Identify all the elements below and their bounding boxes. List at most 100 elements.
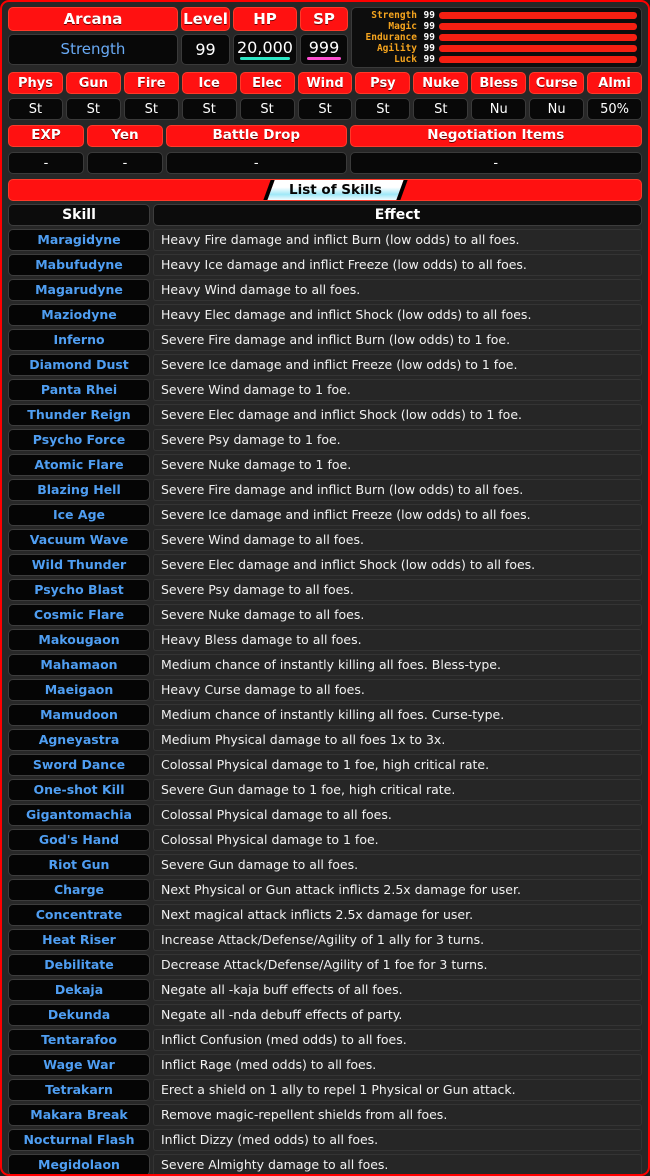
- skill-name[interactable]: Maeigaon: [8, 679, 150, 701]
- skill-effect: Decrease Attack/Defense/Agility of 1 foe…: [153, 954, 642, 976]
- skill-effect: Severe Wind damage to 1 foe.: [153, 379, 642, 401]
- skill-row[interactable]: Maziodyne Heavy Elec damage and inflict S…: [8, 304, 642, 326]
- skill-row[interactable]: Nocturnal Flash Inflict Dizzy (med odds) …: [8, 1129, 642, 1151]
- skill-row[interactable]: Dekaja Negate all -kaja buff effects of a…: [8, 979, 642, 1001]
- skill-row[interactable]: Charge Next Physical or Gun attack inflic…: [8, 879, 642, 901]
- affinity-value: Nu: [471, 98, 527, 120]
- skill-row[interactable]: Makougaon Heavy Bless damage to all foes.: [8, 629, 642, 651]
- skill-name[interactable]: Heat Riser: [8, 929, 150, 951]
- skill-name[interactable]: Concentrate: [8, 904, 150, 926]
- skill-name[interactable]: Mamudoon: [8, 704, 150, 726]
- skill-row[interactable]: Mabufudyne Heavy Ice damage and inflict F…: [8, 254, 642, 276]
- skill-row[interactable]: Psycho Force Severe Psy damage to 1 foe.: [8, 429, 642, 451]
- skills-banner-plate: List of Skills: [262, 180, 408, 200]
- skill-name[interactable]: Gigantomachia: [8, 804, 150, 826]
- skill-row[interactable]: Makara Break Remove magic-repellent shiel…: [8, 1104, 642, 1126]
- skill-name[interactable]: Sword Dance: [8, 754, 150, 776]
- skill-effect: Severe Ice damage and inflict Freeze (lo…: [153, 354, 642, 376]
- skill-row[interactable]: One-shot Kill Severe Gun damage to 1 foe,…: [8, 779, 642, 801]
- skill-row[interactable]: Thunder Reign Severe Elec damage and infl…: [8, 404, 642, 426]
- skill-row[interactable]: Concentrate Next magical attack inflicts …: [8, 904, 642, 926]
- skill-name[interactable]: Wild Thunder: [8, 554, 150, 576]
- skill-effect: Severe Fire damage and inflict Burn (low…: [153, 329, 642, 351]
- skill-row[interactable]: Ice Age Severe Ice damage and inflict Fre…: [8, 504, 642, 526]
- skill-row[interactable]: Agneyastra Medium Physical damage to all …: [8, 729, 642, 751]
- skill-row[interactable]: Debilitate Decrease Attack/Defense/Agilit…: [8, 954, 642, 976]
- skill-row[interactable]: Tentarafoo Inflict Confusion (med odds) t…: [8, 1029, 642, 1051]
- sp-underline-bar: [307, 57, 341, 60]
- skill-row[interactable]: Mamudoon Medium chance of instantly killi…: [8, 704, 642, 726]
- skill-row[interactable]: Magarudyne Heavy Wind damage to all foes.: [8, 279, 642, 301]
- skill-name[interactable]: Dekaja: [8, 979, 150, 1001]
- stat-bar-track: [439, 45, 637, 52]
- stat-bar-fill: [439, 56, 637, 63]
- skill-name[interactable]: Psycho Blast: [8, 579, 150, 601]
- skill-row[interactable]: Panta Rhei Severe Wind damage to 1 foe.: [8, 379, 642, 401]
- skill-row[interactable]: Megidolaon Severe Almighty damage to all …: [8, 1154, 642, 1174]
- skill-row[interactable]: Sword Dance Colossal Physical damage to 1…: [8, 754, 642, 776]
- skill-name[interactable]: Vacuum Wave: [8, 529, 150, 551]
- skill-name[interactable]: Agneyastra: [8, 729, 150, 751]
- skill-name[interactable]: Riot Gun: [8, 854, 150, 876]
- level-value: 99: [181, 34, 230, 65]
- skill-name[interactable]: Wage War: [8, 1054, 150, 1076]
- skill-row[interactable]: Maeigaon Heavy Curse damage to all foes.: [8, 679, 642, 701]
- skill-name[interactable]: Debilitate: [8, 954, 150, 976]
- skill-name[interactable]: Makougaon: [8, 629, 150, 651]
- skill-name[interactable]: Atomic Flare: [8, 454, 150, 476]
- skill-row[interactable]: Tetrakarn Erect a shield on 1 ally to rep…: [8, 1079, 642, 1101]
- skill-name[interactable]: Panta Rhei: [8, 379, 150, 401]
- skills-table-header: Skill Effect: [8, 204, 642, 226]
- skill-row[interactable]: Inferno Severe Fire damage and inflict Bu…: [8, 329, 642, 351]
- skill-row[interactable]: Blazing Hell Severe Fire damage and infli…: [8, 479, 642, 501]
- skill-name[interactable]: Ice Age: [8, 504, 150, 526]
- skill-name[interactable]: Charge: [8, 879, 150, 901]
- skill-name[interactable]: Diamond Dust: [8, 354, 150, 376]
- skill-row[interactable]: Cosmic Flare Severe Nuke damage to all fo…: [8, 604, 642, 626]
- skill-name[interactable]: One-shot Kill: [8, 779, 150, 801]
- skill-name[interactable]: Megidolaon: [8, 1154, 150, 1174]
- affinity-value: St: [239, 98, 295, 120]
- skill-name[interactable]: Dekunda: [8, 1004, 150, 1026]
- stat-value: 99: [423, 20, 435, 32]
- skill-name[interactable]: Tentarafoo: [8, 1029, 150, 1051]
- skill-row[interactable]: God's Hand Colossal Physical damage to 1 …: [8, 829, 642, 851]
- skill-row[interactable]: Vacuum Wave Severe Wind damage to all foe…: [8, 529, 642, 551]
- skill-name[interactable]: Cosmic Flare: [8, 604, 150, 626]
- skill-name[interactable]: Tetrakarn: [8, 1079, 150, 1101]
- skill-row[interactable]: Wild Thunder Severe Elec damage and infli…: [8, 554, 642, 576]
- stat-bars-panel: Strength 99 Magic 99 Endurance 99 Agility 99 Luc…: [351, 7, 642, 68]
- skill-row[interactable]: Heat Riser Increase Attack/Defense/Agilit…: [8, 929, 642, 951]
- skill-name[interactable]: Mahamaon: [8, 654, 150, 676]
- skill-row[interactable]: Atomic Flare Severe Nuke damage to 1 foe.: [8, 454, 642, 476]
- skill-row[interactable]: Diamond Dust Severe Ice damage and inflic…: [8, 354, 642, 376]
- skill-row[interactable]: Dekunda Negate all -nda debuff effects of…: [8, 1004, 642, 1026]
- drops-value-row: ----: [8, 152, 642, 174]
- skill-name[interactable]: Makara Break: [8, 1104, 150, 1126]
- affinity-value: St: [8, 98, 63, 120]
- skill-effect: Severe Elec damage and inflict Shock (lo…: [153, 554, 642, 576]
- skill-name[interactable]: Psycho Force: [8, 429, 150, 451]
- skill-row[interactable]: Riot Gun Severe Gun damage to all foes.: [8, 854, 642, 876]
- skill-name[interactable]: Thunder Reign: [8, 404, 150, 426]
- skill-name[interactable]: Nocturnal Flash: [8, 1129, 150, 1151]
- affinity-element-header: Ice: [181, 72, 237, 94]
- skill-row[interactable]: Wage War Inflict Rage (med odds) to all f…: [8, 1054, 642, 1076]
- skill-row[interactable]: Psycho Blast Severe Psy damage to all foe…: [8, 579, 642, 601]
- skill-name[interactable]: Blazing Hell: [8, 479, 150, 501]
- skill-name[interactable]: Inferno: [8, 329, 150, 351]
- affinity-element-header: Elec: [239, 72, 295, 94]
- affinity-element-header: Nuke: [413, 72, 469, 94]
- skill-name[interactable]: Maziodyne: [8, 304, 150, 326]
- skill-effect: Severe Gun damage to all foes.: [153, 854, 642, 876]
- skill-name[interactable]: Mabufudyne: [8, 254, 150, 276]
- skill-row[interactable]: Maragidyne Heavy Fire damage and inflict …: [8, 229, 642, 251]
- hp-value-cell: 20,000: [233, 34, 297, 65]
- sp-value-cell: 999: [300, 34, 348, 65]
- skill-row[interactable]: Gigantomachia Colossal Physical damage to…: [8, 804, 642, 826]
- stat-row: Strength 99: [355, 10, 637, 21]
- skill-name[interactable]: Magarudyne: [8, 279, 150, 301]
- skill-row[interactable]: Mahamaon Medium chance of instantly killi…: [8, 654, 642, 676]
- skill-name[interactable]: Maragidyne: [8, 229, 150, 251]
- skill-name[interactable]: God's Hand: [8, 829, 150, 851]
